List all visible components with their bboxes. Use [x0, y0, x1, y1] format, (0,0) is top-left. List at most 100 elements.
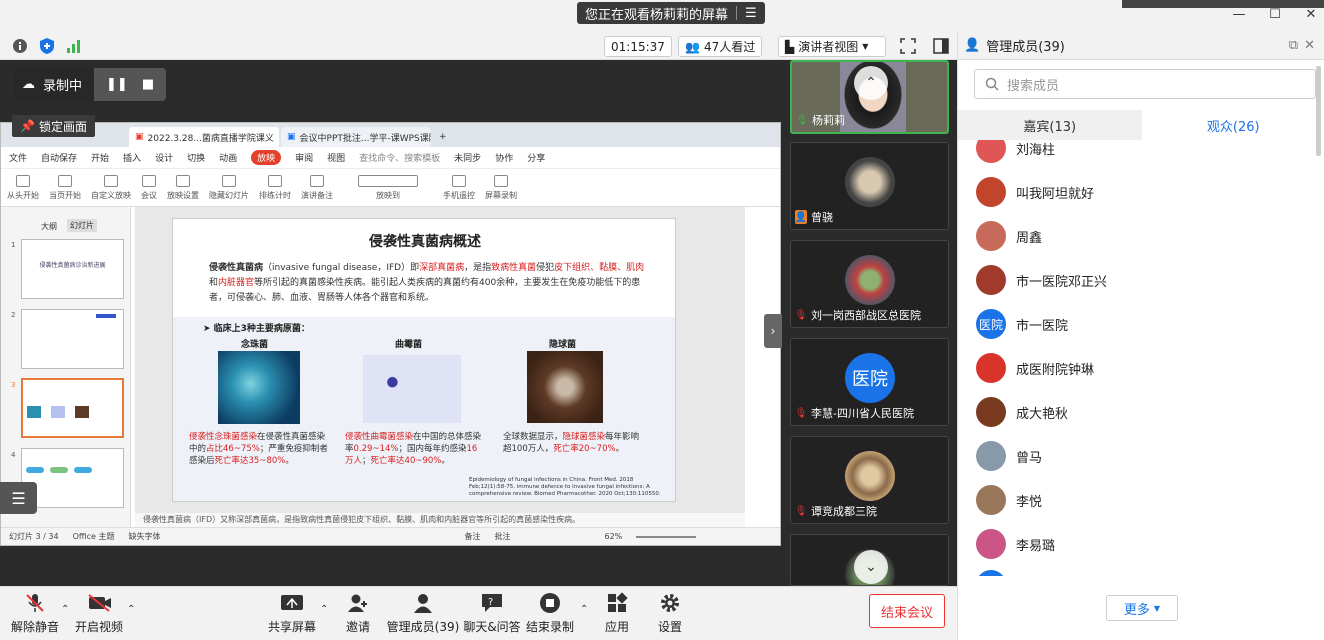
lock-view-button[interactable]: 📌 锁定画面 [12, 115, 95, 137]
member-name: 市一医院邓正兴 [1016, 274, 1108, 290]
ribbon-custom[interactable]: 自定义放映 [91, 174, 131, 201]
maximize-icon[interactable]: ☐ [1262, 6, 1288, 22]
menu-animation[interactable]: 动画 [219, 151, 237, 164]
unmute-button[interactable]: 解除静音 [0, 592, 70, 635]
viewer-count[interactable]: 👥 47人看过 [678, 36, 763, 57]
close-panel-icon[interactable]: ✕ [1304, 38, 1315, 53]
ribbon-record[interactable]: 屏幕录制 [485, 174, 517, 201]
video-tile-zengxiao[interactable]: 👤 曾骁 [790, 142, 949, 230]
stop-icon[interactable]: ■ [142, 77, 154, 92]
collapse-strip-icon[interactable]: › [764, 314, 782, 348]
member-row[interactable]: 周鑫 [976, 214, 1042, 258]
ribbon-hide[interactable]: 隐藏幻灯片 [209, 174, 249, 201]
pause-icon[interactable]: ❚❚ [106, 77, 128, 92]
slide-thumb-3[interactable] [21, 378, 124, 438]
member-row[interactable]: 李悦 [976, 478, 1042, 522]
member-row[interactable]: 叫我阿坦就好 [976, 170, 1094, 214]
member-name: 周鑫 [1016, 230, 1043, 246]
slide-notes[interactable]: 侵袭性真菌病（IFD）又称深部真菌病，是指致病性真菌侵犯皮下组织、黏膜、肌肉和内… [135, 513, 745, 527]
list-icon[interactable]: ☰ [0, 482, 37, 514]
scroll-up-icon[interactable]: ⌃ [854, 66, 888, 100]
info-icon[interactable] [10, 36, 30, 56]
ribbon-cast[interactable]: 放映到 [343, 174, 433, 201]
ribbon-rehearse[interactable]: 排练计时 [259, 174, 291, 201]
member-search[interactable]: 搜索成员 [974, 69, 1316, 99]
comments-toggle[interactable]: 批注 [495, 531, 511, 542]
ribbon-label: 从头开始 [7, 190, 39, 200]
menu-slideshow[interactable]: 放映 [251, 150, 282, 165]
menu-design[interactable]: 设计 [155, 151, 173, 164]
sidebar-toggle-icon[interactable] [931, 36, 951, 56]
signal-icon[interactable] [64, 36, 84, 56]
invite-label: 邀请 [345, 620, 370, 634]
end-meeting-button[interactable]: 结束会议 [869, 594, 945, 628]
tab-slides[interactable]: 幻灯片 [67, 219, 97, 232]
ribbon-remote[interactable]: 手机遥控 [443, 174, 475, 201]
member-row[interactable]: 成医附院钟琳 [976, 346, 1094, 390]
video-tile-liuyigang[interactable]: 🎙 刘一岗西部战区总医院 [790, 240, 949, 328]
text: 0.29~14% [353, 444, 399, 454]
member-row[interactable]: 刘海柱 [976, 140, 1055, 170]
fullscreen-icon[interactable] [898, 36, 918, 56]
avatar [976, 140, 1006, 163]
menu-collab[interactable]: 协作 [495, 151, 513, 164]
ribbon-settings[interactable]: 放映设置 [167, 174, 199, 201]
popout-icon[interactable]: ⧉ [1289, 38, 1298, 53]
start-video-button[interactable]: 开启视频 [64, 592, 134, 635]
member-row[interactable]: 成大艳秋 [976, 390, 1068, 434]
tab-outline[interactable]: 大纲 [41, 221, 57, 232]
tab-guests[interactable]: 嘉宾(13) [958, 110, 1142, 140]
avatar: 医院 [845, 353, 895, 403]
ribbon-label: 会议 [141, 190, 157, 200]
settings-button[interactable]: 设置 [635, 592, 705, 635]
wps-tab-2[interactable]: ▣ 会议中PPT批注...学平-课WPS课院 [281, 127, 431, 147]
menu-insert[interactable]: 插入 [123, 151, 141, 164]
view-mode-select[interactable]: ▙ 演讲者视图 ▼ [778, 36, 886, 57]
zoom-level[interactable]: 62% [605, 532, 623, 541]
member-row[interactable]: 医院 市一医院 [976, 302, 1068, 346]
notes-toggle[interactable]: 备注 [465, 531, 481, 542]
more-button[interactable]: 更多 ▼ [1106, 595, 1178, 621]
avatar [845, 157, 895, 207]
menu-transition[interactable]: 切换 [187, 151, 205, 164]
stop-recording-button[interactable]: 结束录制 [515, 592, 585, 635]
scroll-down-icon[interactable]: ⌄ [854, 550, 888, 584]
menu-icon[interactable]: ☰ [745, 6, 757, 21]
video-tile-lihui[interactable]: 医院 🎙 李慧-四川省人民医院 [790, 338, 949, 426]
menu-search[interactable]: 查找命令、搜索模板 [359, 151, 440, 164]
member-row[interactable]: 市一医院邓正兴 [976, 258, 1107, 302]
menu-autosave[interactable]: 自动保存 [41, 151, 77, 164]
member-row[interactable]: 李易璐 [976, 522, 1055, 566]
new-tab-icon[interactable]: + [433, 127, 453, 147]
minimize-icon[interactable]: — [1226, 6, 1252, 22]
missing-font[interactable]: 缺失字体 [129, 531, 161, 542]
video-options-caret[interactable]: ⌃ [127, 604, 135, 615]
aspergillus-text: 侵袭性曲霉菌感染在中国的总体感染率0.29~14%；国内每年约感染16万人；死亡… [345, 431, 485, 467]
menu-view[interactable]: 视图 [327, 151, 345, 164]
manage-members-button[interactable]: 管理成员(39) [380, 592, 466, 635]
share-screen-label: 共享屏幕 [267, 620, 316, 634]
ribbon-from-current[interactable]: 当页开始 [49, 174, 81, 201]
menu-share[interactable]: 分享 [527, 151, 545, 164]
video-tile-tanjing[interactable]: 🎙 谭竞成都三院 [790, 436, 949, 524]
menu-sync[interactable]: 未同步 [454, 151, 481, 164]
ribbon-notes[interactable]: 演讲备注 [301, 174, 333, 201]
menu-file[interactable]: 文件 [9, 151, 27, 164]
ribbon-from-start[interactable]: 从头开始 [7, 174, 39, 201]
slide-thumb-1[interactable]: 侵袭性真菌病诊治新进展 [21, 239, 124, 299]
member-list: 刘海柱 叫我阿坦就好周鑫市一医院邓正兴医院 市一医院 成医附院钟琳 成大艳秋 曾马 李悦 李易… [958, 140, 1324, 576]
member-row[interactable]: 曾马 [976, 434, 1042, 478]
share-screen-button[interactable]: 共享屏幕 [257, 592, 327, 635]
ribbon-meeting[interactable]: 会议 [141, 174, 157, 201]
text: 全球数据显示， [503, 432, 563, 442]
tab-audience[interactable]: 观众(26) [1141, 110, 1324, 140]
menu-review[interactable]: 审阅 [295, 151, 313, 164]
zoom-slider[interactable] [636, 535, 697, 538]
menu-home[interactable]: 开始 [91, 151, 109, 164]
close-icon[interactable]: ✕ [1298, 6, 1324, 22]
slide-thumb-2[interactable] [21, 309, 124, 369]
stop-recording-label: 结束录制 [525, 620, 574, 634]
shield-icon[interactable] [37, 36, 57, 56]
wps-tab-1[interactable]: ▣ 2022.3.28...菌病直播学院课义 [129, 127, 279, 147]
member-scrollbar[interactable] [1316, 66, 1321, 156]
